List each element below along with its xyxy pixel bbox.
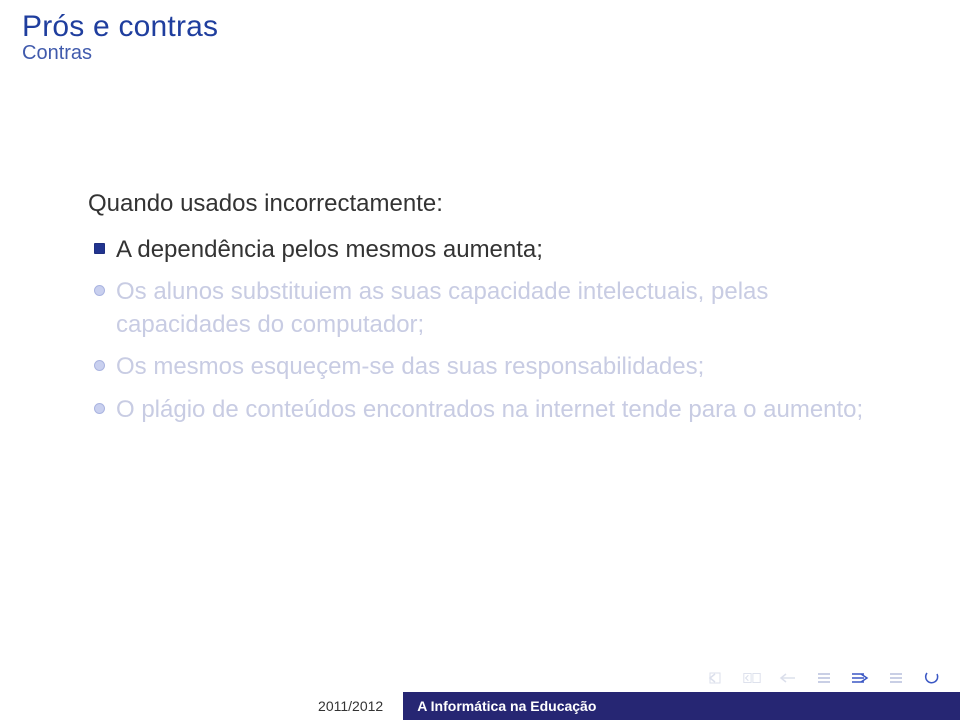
bullet-text: Os alunos substituiem as suas capacidade… xyxy=(116,278,768,337)
content-lead: Quando usados incorrectamente: xyxy=(88,190,900,218)
nav-lines-icon[interactable] xyxy=(886,670,906,686)
nav-lines-icon[interactable] xyxy=(814,670,834,686)
bullet-text: O plágio de conteúdos encontrados na int… xyxy=(116,396,863,423)
bullet-text: Os mesmos esqueçem-se das suas responsab… xyxy=(116,353,704,380)
footer-right: A Informática na Educação xyxy=(403,692,960,720)
slide-title: Prós e contras xyxy=(22,10,938,44)
slide-content: Quando usados incorrectamente: A dependê… xyxy=(88,190,900,432)
slide: Prós e contras Contras Quando usados inc… xyxy=(0,0,960,720)
bullet-marker-icon xyxy=(94,403,105,414)
bullet-item: A dependência pelos mesmos aumenta; xyxy=(88,234,900,266)
footer-date: 2011/2012 xyxy=(0,698,403,714)
nav-refresh-icon[interactable] xyxy=(922,670,942,686)
nav-forward-icon[interactable] xyxy=(850,670,870,686)
slide-header: Prós e contras Contras xyxy=(0,0,960,69)
bullet-list: A dependência pelos mesmos aumenta; Os a… xyxy=(88,234,900,426)
bullet-marker-icon xyxy=(94,285,105,296)
bullet-marker-icon xyxy=(94,243,105,254)
bullet-item: Os alunos substituiem as suas capacidade… xyxy=(88,276,900,341)
nav-back-icon[interactable] xyxy=(778,670,798,686)
bullet-text: A dependência pelos mesmos aumenta; xyxy=(116,236,543,263)
slide-footer: 2011/2012 A Informática na Educação xyxy=(0,692,960,720)
footer-title: A Informática na Educação xyxy=(417,698,596,714)
slide-subtitle: Contras xyxy=(22,42,938,65)
bullet-marker-icon xyxy=(94,360,105,371)
nav-prev-slide-icon[interactable] xyxy=(742,670,762,686)
bullet-item: Os mesmos esqueçem-se das suas responsab… xyxy=(88,351,900,383)
footer-left: 2011/2012 xyxy=(0,698,403,714)
bullet-item: O plágio de conteúdos encontrados na int… xyxy=(88,394,900,426)
beamer-navbar xyxy=(706,670,942,686)
nav-prev-section-icon[interactable] xyxy=(706,670,726,686)
